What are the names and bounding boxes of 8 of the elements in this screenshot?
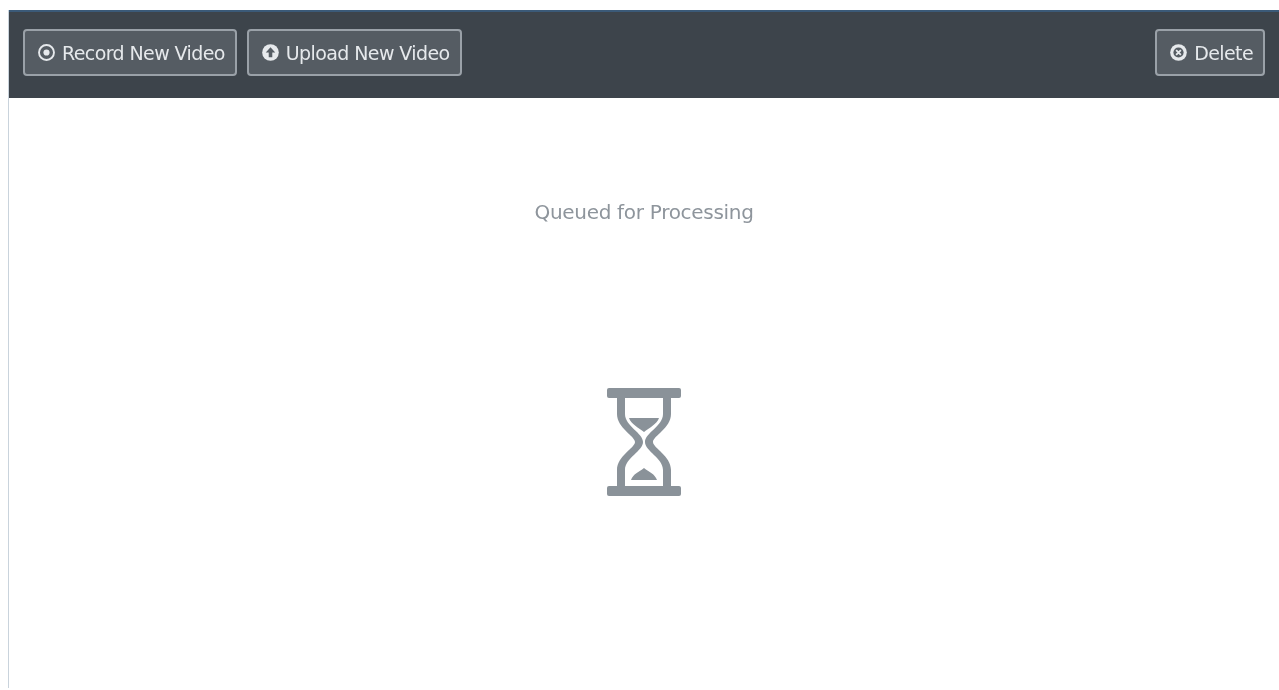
delete-button[interactable]: Delete bbox=[1155, 29, 1265, 76]
upload-icon bbox=[260, 43, 280, 62]
close-icon bbox=[1169, 43, 1189, 62]
hourglass-icon bbox=[607, 388, 681, 496]
record-button[interactable]: Record New Video bbox=[23, 29, 237, 76]
status-message: Queued for Processing bbox=[534, 200, 754, 224]
record-icon bbox=[37, 43, 56, 62]
upload-button[interactable]: Upload New Video bbox=[246, 29, 462, 76]
